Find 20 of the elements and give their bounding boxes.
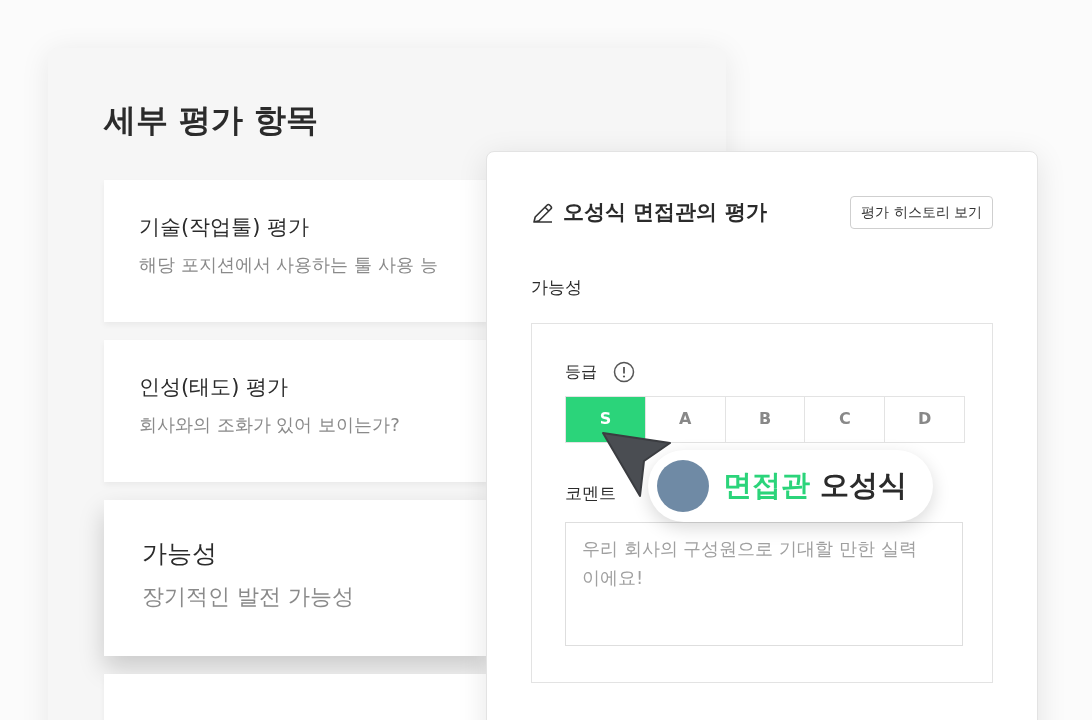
grade-option[interactable]: S bbox=[566, 396, 645, 442]
history-button[interactable]: 평가 히스토리 보기 bbox=[850, 196, 993, 229]
comment-field[interactable]: 우리 회사의 구성원으로 기대할 만한 실력이에요! bbox=[565, 522, 963, 646]
evaluation-item[interactable]: 가능성 장기적인 발전 가능성 bbox=[104, 499, 488, 656]
item-title: 인성(태도) 평가 bbox=[139, 373, 290, 401]
info-icon[interactable] bbox=[613, 360, 635, 383]
item-title: 기술(작업툴) 평가 bbox=[139, 213, 311, 241]
grade-label: 등급 bbox=[565, 360, 597, 383]
comment-label: 코멘트 bbox=[565, 481, 616, 505]
item-description: 해당 포지션에서 사용하는 툴 사용 능 bbox=[139, 252, 439, 277]
item-description: 회사와의 조화가 있어 보이는가? bbox=[139, 412, 401, 437]
evaluation-item[interactable]: 기술(작업툴) 평가 해당 포지션에서 사용하는 툴 사용 능 bbox=[104, 179, 488, 322]
section-label: 가능성 bbox=[531, 276, 583, 299]
item-description: 장기적인 발전 가능성 bbox=[142, 583, 355, 612]
panel-title: 세부 평가 항목 bbox=[104, 100, 320, 141]
item-title: 가능성 bbox=[142, 537, 218, 570]
avatar bbox=[657, 460, 709, 512]
panel-title: 오성식 면접관의 평가 bbox=[563, 198, 767, 226]
interviewer-name: 면접관 오성식 bbox=[723, 467, 908, 505]
evaluation-item[interactable]: 인성(태도) 평가 회사와의 조화가 있어 보이는가? bbox=[104, 339, 488, 482]
